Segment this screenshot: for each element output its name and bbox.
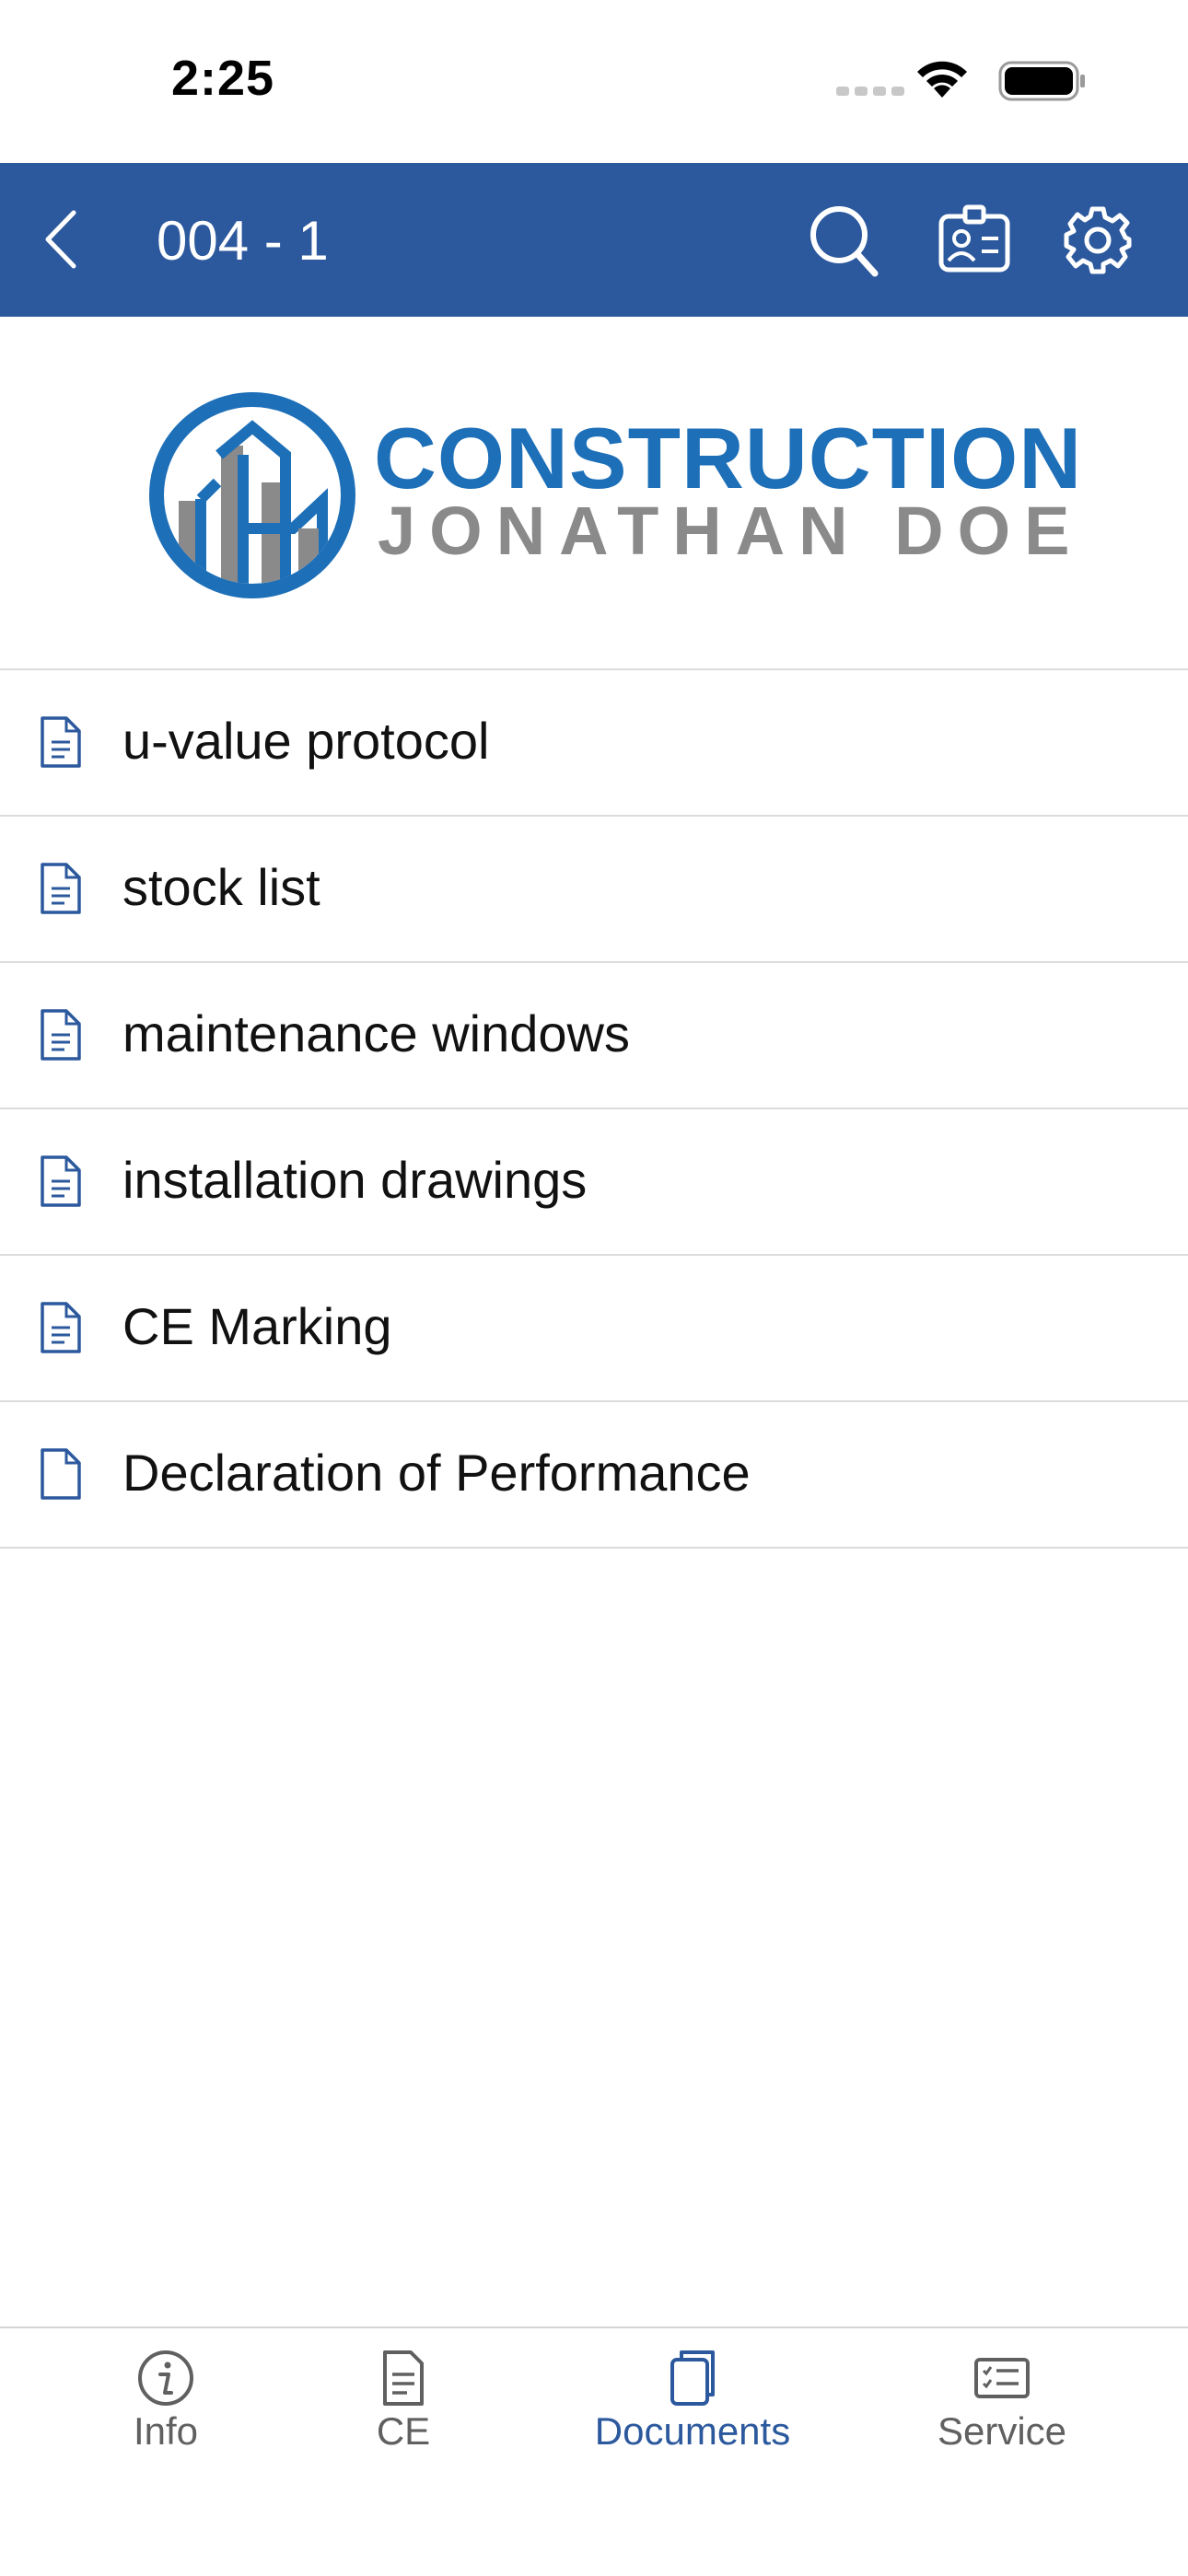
list-item-installation-drawings[interactable]: installation drawings xyxy=(0,1109,1188,1256)
battery-icon xyxy=(998,61,1085,101)
tab-ce-label: CE xyxy=(376,2409,431,2453)
document-lines-icon xyxy=(41,1302,81,1353)
document-label: maintenance windows xyxy=(122,1004,630,1062)
logo-text-secondary: JONATHAN DOE xyxy=(378,493,1084,569)
tab-info[interactable]: Info xyxy=(111,2349,221,2487)
document-lines-icon xyxy=(41,1009,81,1061)
document-label: installation drawings xyxy=(122,1151,588,1209)
document-icon xyxy=(383,2350,424,2406)
company-logo: CONSTRUCTION JONATHAN DOE xyxy=(0,317,1188,670)
checklist-icon xyxy=(974,2358,1030,2398)
tab-documents-label: Documents xyxy=(594,2409,791,2453)
contact-card-icon[interactable] xyxy=(938,200,1011,279)
list-item-maintenance-windows[interactable]: maintenance windows xyxy=(0,963,1188,1109)
wifi-icon xyxy=(917,61,967,98)
navigation-bar: 004 - 1 xyxy=(0,163,1188,317)
document-label: u-value protocol xyxy=(122,712,490,770)
document-blank-icon xyxy=(41,1448,81,1500)
list-item-u-value-protocol[interactable]: u-value protocol xyxy=(0,670,1188,817)
tab-service-label: Service xyxy=(937,2409,1067,2453)
building-logo-icon xyxy=(149,392,355,598)
chevron-left-icon[interactable] xyxy=(39,207,85,272)
document-label: stock list xyxy=(122,858,320,916)
status-bar: 2:25 xyxy=(0,0,1188,163)
document-lines-icon xyxy=(41,716,81,768)
tab-ce[interactable]: CE xyxy=(348,2349,459,2487)
list-item-declaration-of-performance[interactable]: Declaration of Performance xyxy=(0,1402,1188,1549)
documents-list: u-value protocol stock list maintenance … xyxy=(0,668,1188,1549)
cellular-signal-icon xyxy=(836,87,904,96)
gear-icon[interactable] xyxy=(1061,200,1135,279)
info-icon xyxy=(138,2350,193,2406)
search-icon[interactable] xyxy=(807,200,880,279)
document-lines-icon xyxy=(41,863,81,914)
document-label: Declaration of Performance xyxy=(122,1444,751,1502)
tab-service[interactable]: Service xyxy=(921,2349,1083,2487)
tab-documents[interactable]: Documents xyxy=(582,2349,803,2487)
tab-bar: Info CE Documents Service xyxy=(0,2327,1188,2576)
list-item-ce-marking[interactable]: CE Marking xyxy=(0,1256,1188,1402)
document-lines-icon xyxy=(41,1155,81,1207)
tab-info-label: Info xyxy=(133,2409,199,2453)
documents-stack-icon xyxy=(670,2350,715,2406)
document-label: CE Marking xyxy=(122,1297,392,1355)
list-item-stock-list[interactable]: stock list xyxy=(0,817,1188,963)
page-title: 004 - 1 xyxy=(157,210,329,272)
status-time: 2:25 xyxy=(171,51,275,106)
